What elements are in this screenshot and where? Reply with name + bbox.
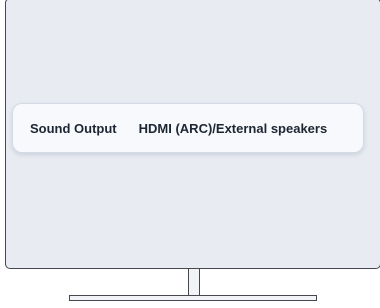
sound-output-value: HDMI (ARC)/External speakers — [138, 120, 328, 136]
sound-output-label: Sound Output — [30, 120, 117, 136]
tv-stand-neck — [188, 269, 200, 296]
tv-scene: Sound Output HDMI (ARC)/External speaker… — [0, 0, 380, 308]
sound-output-setting[interactable]: Sound Output HDMI (ARC)/External speaker… — [12, 103, 364, 153]
tv-stand-base — [69, 295, 317, 301]
